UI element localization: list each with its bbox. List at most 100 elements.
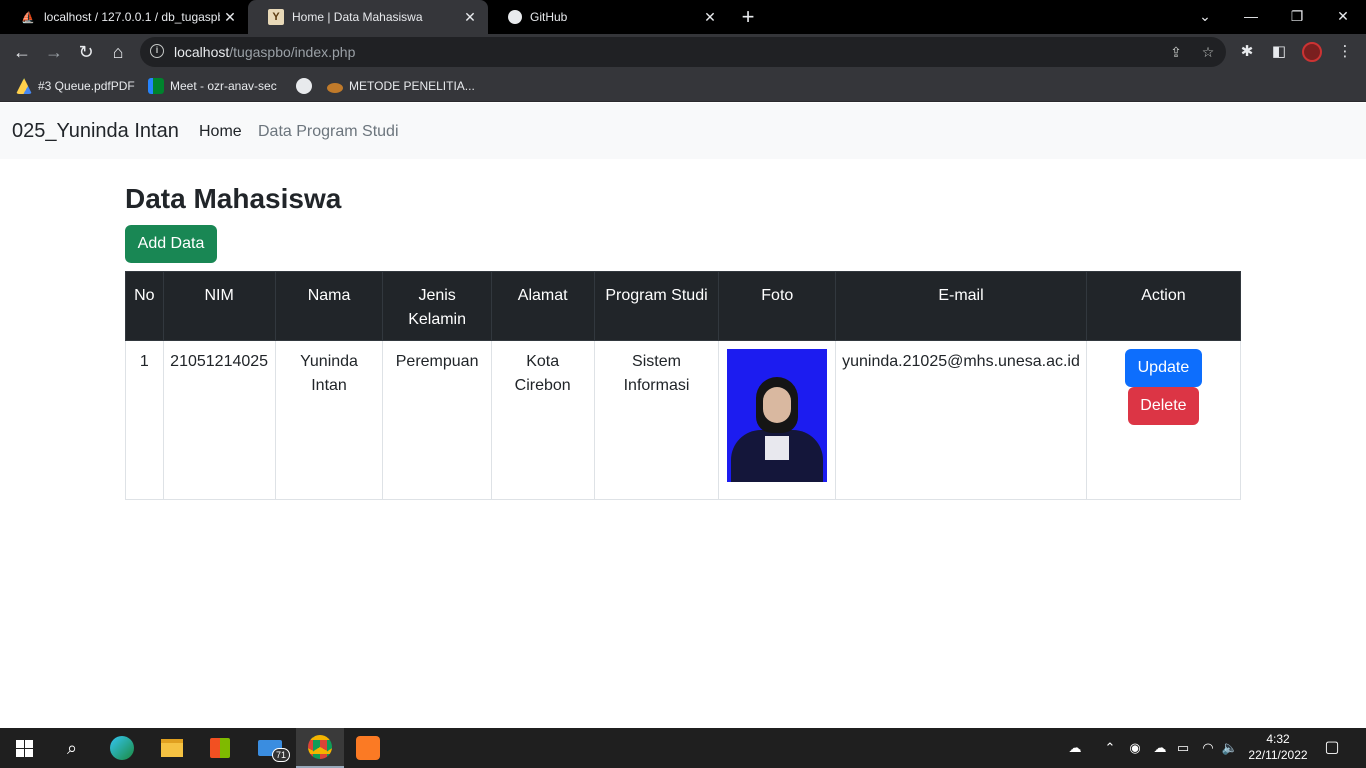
cell-action: Update Delete xyxy=(1085,340,1242,500)
google-drive-icon xyxy=(16,78,32,94)
github-icon xyxy=(508,10,522,24)
edge-icon[interactable] xyxy=(98,728,146,768)
menu-icon[interactable]: ⋮ xyxy=(1334,42,1356,62)
url-text[interactable]: localhost/tugaspbo/index.php xyxy=(174,44,355,60)
chrome-icon[interactable] xyxy=(296,728,344,768)
weather-icon[interactable]: ☁ xyxy=(1062,738,1088,758)
tab-title: localhost / 127.0.0.1 / db_tugaspbo xyxy=(44,10,220,24)
eye-icon xyxy=(327,82,343,93)
globe-icon xyxy=(296,78,312,94)
column-header-action: Action xyxy=(1085,271,1242,341)
tab-data-mahasiswa[interactable]: Y Home | Data Mahasiswa ✕ xyxy=(248,0,488,34)
student-photo xyxy=(727,349,828,482)
close-icon[interactable]: ✕ xyxy=(460,9,480,26)
taskbar-clock[interactable]: 4:32 22/11/2022 xyxy=(1240,731,1316,763)
tab-phpmyadmin[interactable]: ⛵ localhost / 127.0.0.1 / db_tugaspbo ✕ xyxy=(0,0,248,34)
clock-date: 22/11/2022 xyxy=(1248,748,1308,762)
store-icon[interactable] xyxy=(196,728,244,768)
bookmark-label: Meet - ozr-anav-sec xyxy=(170,79,277,93)
tab-title: Home | Data Mahasiswa xyxy=(292,10,423,24)
bookmark-item[interactable]: METODE PENELITIA... xyxy=(327,76,475,96)
bookmark-label: METODE PENELITIA... xyxy=(349,79,475,93)
table-row: 1 21051214025 Yuninda Intan Perempuan Ko… xyxy=(125,340,1242,500)
photo-shirt-shape xyxy=(765,436,790,460)
mahasiswa-table: No NIM Nama Jenis Kelamin Alamat Program… xyxy=(125,271,1242,500)
column-header-no: No xyxy=(125,271,164,341)
mail-badge: 71 xyxy=(272,748,291,762)
clock-time: 4:32 xyxy=(1266,732,1290,746)
column-header-nim: NIM xyxy=(162,271,276,341)
extensions-icon[interactable]: ✱ xyxy=(1236,42,1258,62)
cell-foto xyxy=(718,340,837,500)
cell-email: yuninda.21025@mhs.unesa.ac.id xyxy=(835,340,1087,500)
close-window-button[interactable]: ✕ xyxy=(1320,0,1366,34)
bookmark-item[interactable]: Meet - ozr-anav-sec xyxy=(148,76,277,96)
address-bar[interactable]: i localhost/tugaspbo/index.php ⇪ ☆ xyxy=(140,37,1226,67)
minimize-button[interactable]: — xyxy=(1228,0,1274,34)
nav-link-program-studi[interactable]: Data Program Studi xyxy=(258,123,399,141)
cell-no: 1 xyxy=(125,340,164,500)
bookmark-item[interactable]: #3 Queue.pdfPDF xyxy=(16,76,135,96)
nav-link-home[interactable]: Home xyxy=(199,123,242,141)
bookmark-label: #3 Queue.pdfPDF xyxy=(38,79,135,93)
cell-jenis-kelamin: Perempuan xyxy=(382,340,492,500)
cell-alamat: Kota Cirebon xyxy=(490,340,595,500)
site-info-icon[interactable]: i xyxy=(150,44,164,58)
google-meet-icon xyxy=(148,78,164,94)
column-header-jenis-kelamin: Jenis Kelamin xyxy=(382,271,492,341)
photo-face-shape xyxy=(763,387,792,423)
bookmarks-bar: #3 Queue.pdfPDF Meet - ozr-anav-sec METO… xyxy=(0,70,1366,102)
browser-toolbar: ← → ↻ ⌂ i localhost/tugaspbo/index.php ⇪… xyxy=(0,34,1366,70)
search-icon[interactable]: ⌕ xyxy=(48,728,96,768)
add-data-button[interactable]: Add Data xyxy=(125,225,217,263)
navbar-brand[interactable]: 025_Yuninda Intan xyxy=(12,120,179,143)
share-icon[interactable]: ⇪ xyxy=(1166,42,1186,62)
cell-program-studi: Sistem Informasi xyxy=(593,340,720,500)
tab-title: GitHub xyxy=(530,10,568,24)
reload-button[interactable]: ↻ xyxy=(74,40,98,64)
cell-nama: Yuninda Intan xyxy=(274,340,384,500)
tab-github[interactable]: GitHub ✕ xyxy=(488,0,728,34)
notifications-icon[interactable]: ▢ xyxy=(1322,738,1342,758)
show-hidden-icons-chevron[interactable]: ⌃ xyxy=(1100,738,1120,758)
column-header-alamat: Alamat xyxy=(490,271,595,341)
url-path: /tugaspbo/index.php xyxy=(229,44,356,60)
close-icon[interactable]: ✕ xyxy=(220,9,240,26)
column-header-foto: Foto xyxy=(718,271,837,341)
cell-nim: 21051214025 xyxy=(162,340,276,500)
side-panel-icon[interactable]: ◧ xyxy=(1268,42,1290,62)
bootstrap-icon: Y xyxy=(268,9,284,25)
restore-button[interactable]: ❐ xyxy=(1274,0,1320,34)
close-icon[interactable]: ✕ xyxy=(700,9,720,26)
meet-now-icon[interactable]: ◉ xyxy=(1125,738,1145,758)
forward-button[interactable]: → xyxy=(42,40,66,64)
bookmark-star-icon[interactable]: ☆ xyxy=(1198,42,1218,62)
xampp-icon[interactable] xyxy=(344,728,392,768)
table-header-row: No NIM Nama Jenis Kelamin Alamat Program… xyxy=(125,271,1242,341)
browser-tab-bar: ⛵ localhost / 127.0.0.1 / db_tugaspbo ✕ … xyxy=(0,0,1366,34)
home-button[interactable]: ⌂ xyxy=(106,40,130,64)
phpmyadmin-icon: ⛵ xyxy=(21,11,35,24)
profile-avatar[interactable] xyxy=(1302,42,1322,62)
volume-icon[interactable]: 🔈 xyxy=(1220,738,1240,758)
delete-button[interactable]: Delete xyxy=(1127,387,1199,425)
back-button[interactable]: ← xyxy=(10,40,34,64)
file-explorer-icon[interactable] xyxy=(148,728,196,768)
windows-taskbar: ⌕ 71 ☁ ⌃ ◉ ☁ ▭ ◠ 🔈 4:32 22/11/2022 ▢ xyxy=(0,728,1366,768)
update-button[interactable]: Update xyxy=(1124,349,1202,387)
app-navbar: 025_Yuninda Intan Home Data Program Stud… xyxy=(0,103,1366,159)
column-header-email: E-mail xyxy=(835,271,1087,341)
battery-icon[interactable]: ▭ xyxy=(1173,738,1193,758)
tab-search-icon[interactable]: ⌄ xyxy=(1182,0,1228,34)
mail-icon[interactable]: 71 xyxy=(246,728,294,768)
wifi-icon[interactable]: ◠ xyxy=(1198,738,1218,758)
windows-icon xyxy=(15,739,33,757)
page-title: Data Mahasiswa xyxy=(125,183,342,214)
onedrive-icon[interactable]: ☁ xyxy=(1150,738,1170,758)
bookmark-item[interactable] xyxy=(296,76,318,96)
url-host: localhost xyxy=(174,44,230,60)
column-header-nama: Nama xyxy=(274,271,384,341)
start-button[interactable] xyxy=(0,728,48,768)
new-tab-button[interactable]: + xyxy=(736,4,760,30)
column-header-program-studi: Program Studi xyxy=(593,271,720,341)
